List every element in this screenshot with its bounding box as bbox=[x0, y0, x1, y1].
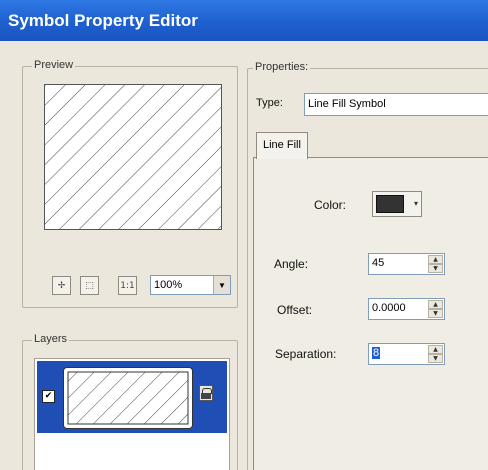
separation-up-icon[interactable]: ▲ bbox=[428, 345, 443, 354]
layer-visible-checkbox[interactable]: ✔ bbox=[42, 390, 55, 403]
separation-value[interactable]: 8 bbox=[372, 347, 381, 359]
angle-up-icon[interactable]: ▲ bbox=[428, 255, 443, 264]
title-bar[interactable]: Symbol Property Editor bbox=[0, 0, 488, 41]
offset-up-icon[interactable]: ▲ bbox=[428, 300, 443, 309]
layers-group-label: Layers bbox=[32, 333, 70, 345]
separation-down-icon[interactable]: ▼ bbox=[428, 354, 443, 363]
color-swatch bbox=[376, 195, 404, 213]
zoom-extent-icon[interactable]: ⬚ bbox=[80, 276, 99, 295]
type-select[interactable]: Line Fill Symbol bbox=[304, 93, 488, 116]
window-title: Symbol Property Editor bbox=[8, 11, 198, 30]
offset-value[interactable]: 0.0000 bbox=[372, 302, 406, 314]
angle-spinner[interactable]: 45 ▲ ▼ bbox=[368, 253, 445, 275]
type-label: Type: bbox=[256, 97, 283, 109]
properties-group-label: Properties: bbox=[253, 61, 311, 73]
chevron-down-icon[interactable]: ▾ bbox=[414, 199, 418, 208]
chevron-down-icon[interactable]: ▼ bbox=[213, 276, 230, 294]
angle-down-icon[interactable]: ▼ bbox=[428, 264, 443, 273]
type-value: Line Fill Symbol bbox=[308, 98, 386, 110]
angle-label: Angle: bbox=[274, 257, 309, 271]
tab-line-fill[interactable]: Line Fill bbox=[256, 132, 308, 159]
layers-list[interactable]: ✔ bbox=[34, 358, 230, 470]
actual-size-icon[interactable]: 1:1 bbox=[118, 276, 137, 295]
preview-canvas bbox=[44, 84, 222, 230]
separation-label: Separation: bbox=[275, 347, 337, 361]
offset-spinner[interactable]: 0.0000 ▲ ▼ bbox=[368, 298, 445, 320]
zoom-fit-icon[interactable]: ✢ bbox=[52, 276, 71, 295]
lock-icon[interactable] bbox=[199, 385, 213, 401]
tab-line-fill-label: Line Fill bbox=[263, 139, 301, 151]
preview-group-label: Preview bbox=[32, 59, 76, 71]
color-label: Color: bbox=[314, 198, 347, 212]
layer-item[interactable]: ✔ bbox=[37, 361, 227, 433]
angle-value[interactable]: 45 bbox=[372, 257, 384, 269]
line-fill-thumbnail bbox=[67, 371, 189, 425]
offset-down-icon[interactable]: ▼ bbox=[428, 309, 443, 318]
separation-spinner[interactable]: 8 ▲ ▼ bbox=[368, 343, 445, 365]
color-picker-button[interactable]: ▾ bbox=[372, 191, 422, 217]
zoom-select[interactable]: 100% ▼ bbox=[150, 275, 231, 295]
offset-label: Offset: bbox=[277, 303, 313, 317]
symbol-property-editor-window: Symbol Property Editor Preview ✢ ⬚ 1:1 1… bbox=[0, 0, 488, 470]
zoom-value: 100% bbox=[154, 279, 183, 291]
layer-thumbnail bbox=[63, 367, 193, 429]
line-fill-preview bbox=[45, 85, 221, 229]
